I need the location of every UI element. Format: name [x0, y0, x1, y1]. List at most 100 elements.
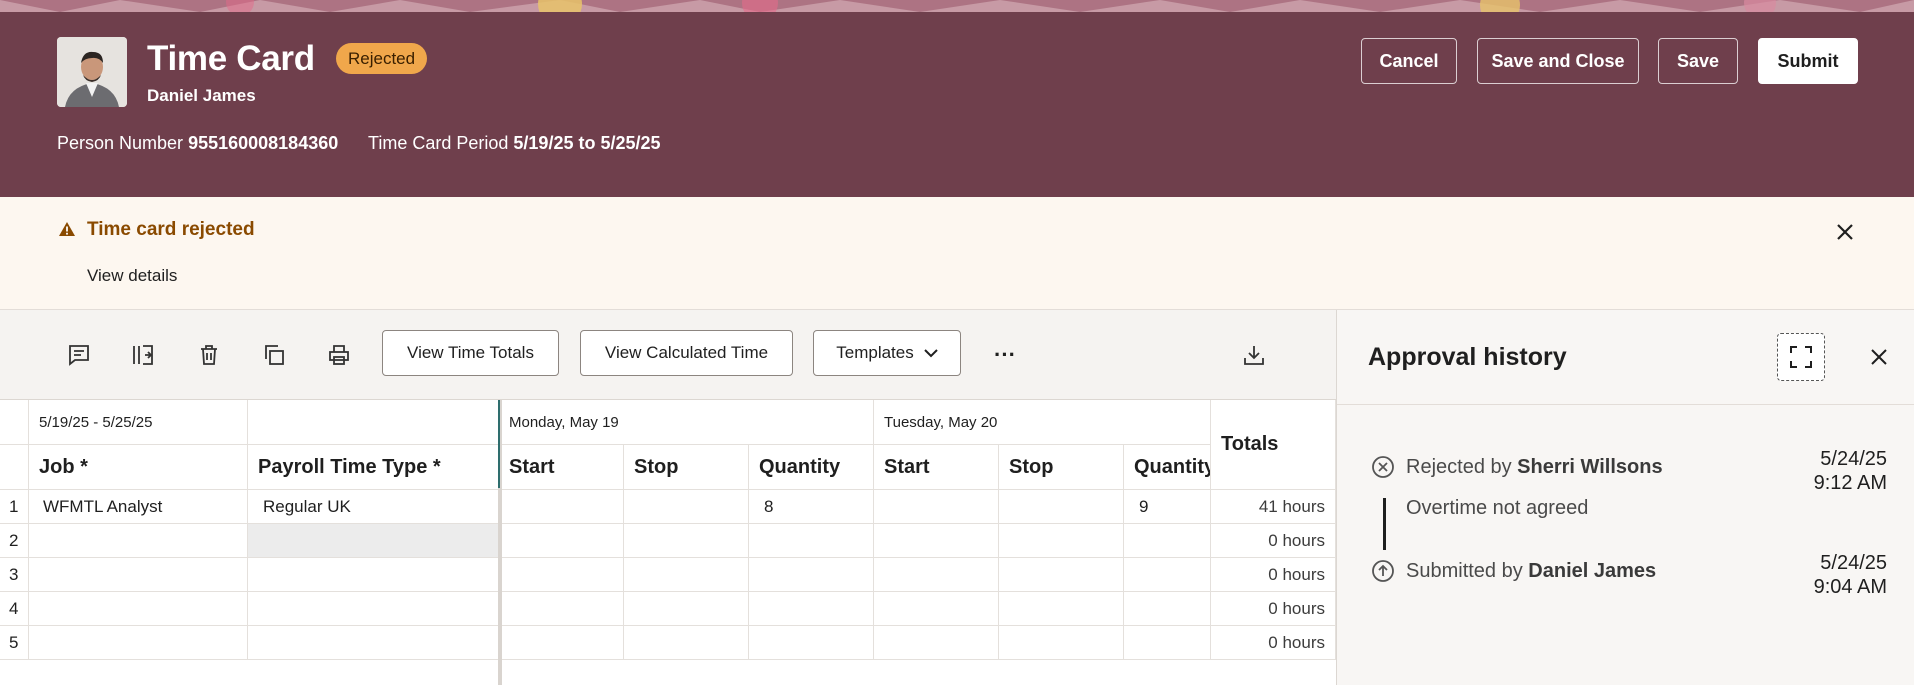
tuesday-start-cell[interactable]: [874, 490, 999, 524]
monday-quantity-cell[interactable]: [749, 558, 874, 592]
close-icon[interactable]: [1830, 217, 1860, 247]
column-header-payroll-time-type[interactable]: Payroll Time Type *: [248, 445, 500, 490]
tuesday-stop-cell[interactable]: [999, 626, 1124, 660]
tuesday-quantity-cell[interactable]: [1124, 558, 1211, 592]
view-time-totals-button[interactable]: View Time Totals: [382, 330, 559, 376]
monday-start-cell[interactable]: [502, 626, 624, 660]
totals-header: Totals: [1211, 400, 1336, 490]
column-header-start[interactable]: Start: [874, 445, 999, 490]
panel-title: Approval history: [1368, 343, 1567, 371]
payroll-type-cell[interactable]: Regular UK: [248, 490, 500, 524]
job-cell[interactable]: [29, 524, 248, 558]
comment-icon[interactable]: [64, 340, 94, 370]
print-icon[interactable]: [324, 340, 354, 370]
corner-cell-2: [0, 445, 29, 490]
rejection-banner: Time card rejected View details: [0, 197, 1914, 310]
monday-start-cell[interactable]: [502, 490, 624, 524]
history-action: Submitted by: [1406, 560, 1529, 582]
column-header-stop[interactable]: Stop: [624, 445, 749, 490]
monday-quantity-cell[interactable]: [749, 592, 874, 626]
job-cell[interactable]: [29, 558, 248, 592]
history-time: 9:04 AM: [1813, 576, 1887, 598]
day-header-tuesday: Tuesday, May 20: [874, 400, 1211, 445]
tuesday-start-cell[interactable]: [874, 626, 999, 660]
history-entry-submitted: Submitted by Daniel James: [1406, 560, 1656, 583]
period-label: Time Card Period: [368, 133, 509, 153]
tuesday-stop-cell[interactable]: [999, 592, 1124, 626]
person-number-label: Person Number: [57, 133, 184, 153]
download-icon[interactable]: [1239, 340, 1269, 370]
monday-stop-cell[interactable]: [624, 592, 749, 626]
row-total-cell: 0 hours: [1211, 626, 1336, 660]
column-header-quantity[interactable]: Quantity: [1124, 445, 1211, 490]
monday-quantity-cell[interactable]: [749, 626, 874, 660]
status-badge: Rejected: [336, 43, 428, 74]
cancel-button[interactable]: Cancel: [1361, 38, 1457, 84]
job-cell[interactable]: [29, 592, 248, 626]
tuesday-stop-cell[interactable]: [999, 524, 1124, 558]
tuesday-quantity-cell[interactable]: [1124, 626, 1211, 660]
submitted-arrow-circle-icon: [1371, 559, 1395, 583]
history-comment: Overtime not agreed: [1406, 497, 1589, 519]
row-number: 3: [0, 558, 29, 592]
tuesday-start-cell[interactable]: [874, 558, 999, 592]
save-and-close-button[interactable]: Save and Close: [1477, 38, 1639, 84]
time-card-period: Time Card Period 5/19/25 to 5/25/25: [368, 133, 661, 154]
monday-stop-cell[interactable]: [624, 626, 749, 660]
monday-stop-cell[interactable]: [624, 558, 749, 592]
delete-icon[interactable]: [194, 340, 224, 370]
person-number-value: 955160008184360: [188, 133, 339, 153]
split-column-icon[interactable]: [128, 340, 158, 370]
tuesday-stop-cell[interactable]: [999, 490, 1124, 524]
history-actor: Daniel James: [1528, 560, 1657, 582]
view-details-link[interactable]: View details: [87, 266, 177, 286]
tuesday-start-cell[interactable]: [874, 524, 999, 558]
expand-icon[interactable]: [1777, 333, 1825, 381]
job-cell[interactable]: [29, 626, 248, 660]
frozen-column-divider[interactable]: [498, 400, 502, 685]
monday-quantity-cell[interactable]: 8: [749, 490, 874, 524]
payroll-type-cell[interactable]: [248, 592, 500, 626]
history-connector: [1383, 498, 1386, 550]
row-number: 4: [0, 592, 29, 626]
header-pattern: [0, 0, 1914, 12]
history-date: 5/24/25: [1820, 552, 1887, 574]
submit-button[interactable]: Submit: [1758, 38, 1858, 84]
view-calculated-time-button[interactable]: View Calculated Time: [580, 330, 793, 376]
tuesday-quantity-cell[interactable]: [1124, 592, 1211, 626]
close-icon[interactable]: [1864, 342, 1894, 372]
payroll-type-cell[interactable]: [248, 626, 500, 660]
more-options-icon[interactable]: ···: [990, 340, 1020, 370]
panel-header: Approval history: [1337, 310, 1914, 405]
banner-title: Time card rejected: [87, 219, 255, 240]
row-total-cell: 0 hours: [1211, 524, 1336, 558]
page-header: Time Card Rejected Daniel James Person N…: [0, 12, 1914, 197]
tuesday-quantity-cell[interactable]: [1124, 524, 1211, 558]
monday-stop-cell[interactable]: [624, 490, 749, 524]
history-date: 5/24/25: [1820, 448, 1887, 470]
column-header-stop[interactable]: Stop: [999, 445, 1124, 490]
monday-stop-cell[interactable]: [624, 524, 749, 558]
job-cell[interactable]: WFMTL Analyst: [29, 490, 248, 524]
monday-start-cell[interactable]: [502, 592, 624, 626]
tuesday-quantity-cell[interactable]: 9: [1124, 490, 1211, 524]
save-button[interactable]: Save: [1658, 38, 1738, 84]
column-header-job[interactable]: Job *: [29, 445, 248, 490]
monday-start-cell[interactable]: [502, 558, 624, 592]
employee-name: Daniel James: [147, 86, 256, 105]
tuesday-stop-cell[interactable]: [999, 558, 1124, 592]
templates-dropdown[interactable]: Templates: [813, 330, 961, 376]
row-number: 1: [0, 490, 29, 524]
column-header-start[interactable]: Start: [502, 445, 624, 490]
monday-start-cell[interactable]: [502, 524, 624, 558]
copy-icon[interactable]: [259, 340, 289, 370]
monday-quantity-cell[interactable]: [749, 524, 874, 558]
column-header-quantity[interactable]: Quantity: [749, 445, 874, 490]
row-total-cell: 0 hours: [1211, 592, 1336, 626]
payroll-type-cell[interactable]: [248, 558, 500, 592]
period-value: 5/19/25 to 5/25/25: [513, 133, 661, 153]
history-action: Rejected by: [1406, 456, 1518, 478]
date-range-header: 5/19/25 - 5/25/25: [29, 400, 248, 445]
payroll-type-cell[interactable]: [248, 524, 500, 558]
tuesday-start-cell[interactable]: [874, 592, 999, 626]
